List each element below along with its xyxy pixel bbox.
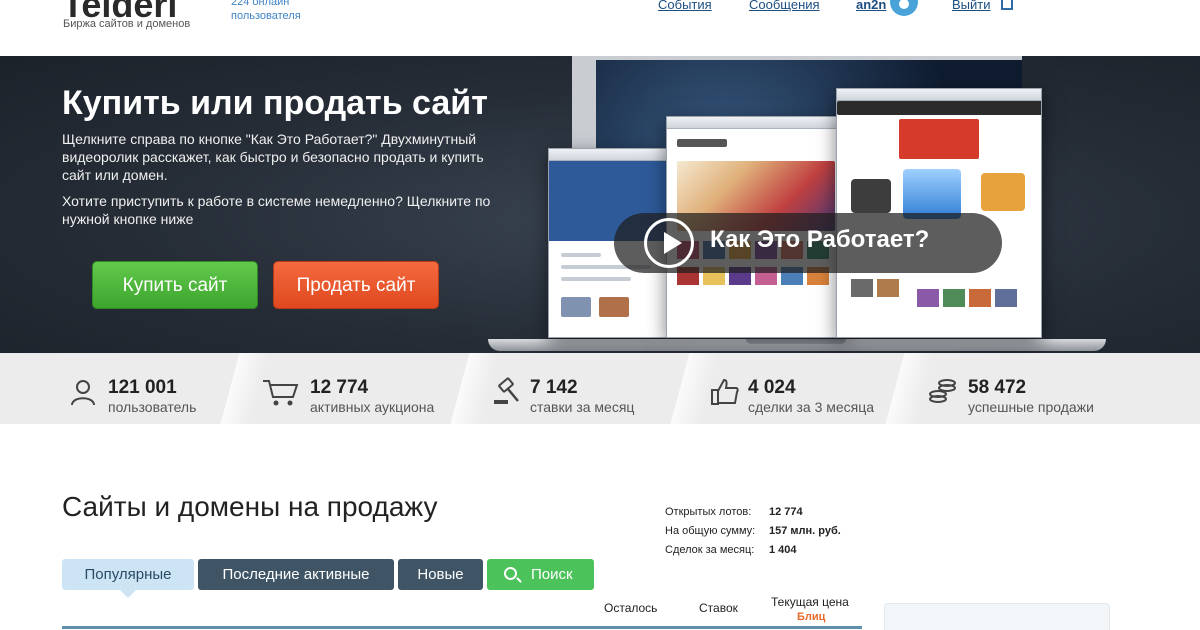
stat-value: 58 472	[968, 377, 1027, 398]
logout-link[interactable]: Выйти	[952, 0, 991, 12]
tab-search-label: Поиск	[531, 566, 573, 583]
summary-row: Открытых лотов: 12 774	[665, 503, 841, 522]
stat-label: успешные продажи	[968, 399, 1094, 415]
hero-title: Купить или продать сайт	[62, 84, 488, 122]
thumbs-up-icon	[711, 378, 739, 405]
stat-label: пользователь	[108, 399, 197, 415]
stat-users: 121 001 пользователь	[0, 353, 230, 424]
listing-title: Сайты и домены на продажу	[62, 491, 438, 522]
user-icon	[71, 380, 95, 406]
tab-recent-active[interactable]: Последние активные	[198, 559, 394, 590]
stat-label: сделки за 3 месяца	[748, 399, 875, 415]
page: Telderi Биржа сайтов и доменов 224 онлай…	[0, 0, 1200, 630]
nav-messages-link[interactable]: Сообщения	[749, 0, 820, 12]
stat-deals: 4 024 сделки за 3 месяца	[680, 353, 895, 424]
summary-key: На общую сумму:	[665, 525, 756, 537]
stat-value: 12 774	[310, 377, 369, 398]
hero-banner: Купить или продать сайт Щелкните справа …	[0, 56, 1200, 353]
stat-value: 7 142	[530, 377, 578, 398]
online-label: пользователя	[231, 10, 301, 22]
summary-row: На общую сумму: 157 млн. руб.	[665, 522, 841, 541]
column-blitz[interactable]: Блиц	[797, 611, 825, 623]
column-bids[interactable]: Ставок	[699, 601, 738, 615]
summary-value: 12 774	[769, 506, 803, 518]
summary-row: Сделок за месяц: 1 404	[665, 541, 841, 560]
online-count: 224 онлайн	[231, 0, 290, 8]
play-icon	[644, 218, 694, 268]
table-header-divider	[62, 626, 862, 629]
avatar[interactable]	[890, 0, 918, 16]
summary-value: 1 404	[769, 544, 797, 556]
cart-icon	[263, 380, 299, 406]
stat-value: 4 024	[748, 377, 796, 398]
column-remaining[interactable]: Осталось	[604, 601, 657, 615]
buy-site-button[interactable]: Купить сайт	[92, 261, 258, 309]
gavel-icon	[494, 377, 519, 404]
sidebar-panel	[884, 603, 1110, 630]
hero-description: Щелкните справа по кнопке "Как Это Работ…	[62, 131, 484, 183]
online-users: 224 онлайн пользователя	[231, 0, 301, 23]
stat-label: ставки за месяц	[530, 399, 635, 415]
stat-sales: 58 472 успешные продажи	[895, 353, 1200, 424]
summary-key: Открытых лотов:	[665, 506, 752, 518]
stat-value: 121 001	[108, 377, 177, 398]
username-link[interactable]: an2n	[856, 0, 886, 12]
site-header: Telderi Биржа сайтов и доменов 224 онлай…	[0, 0, 1200, 56]
summary-value: 157 млн. руб.	[769, 525, 841, 537]
listing-summary: Открытых лотов: 12 774 На общую сумму: 157…	[665, 503, 841, 560]
how-it-works-label: Как Это Работает?	[710, 226, 930, 253]
search-icon	[504, 567, 517, 580]
stat-bids: 7 142 ставки за месяц	[460, 353, 680, 424]
column-current-price[interactable]: Текущая цена	[771, 595, 849, 609]
how-it-works-video-button[interactable]: Как Это Работает?	[614, 213, 1002, 273]
sell-site-button[interactable]: Продать сайт	[273, 261, 439, 309]
hero-call-to-action: Хотите приступить к работе в системе нем…	[62, 193, 491, 227]
stat-label: активных аукциона	[310, 399, 435, 415]
tab-new[interactable]: Новые	[398, 559, 483, 590]
stat-auctions: 12 774 активных аукциона	[230, 353, 460, 424]
tab-popular[interactable]: Популярные	[62, 559, 194, 598]
laptop-notch	[746, 339, 846, 344]
nav-events-link[interactable]: События	[658, 0, 712, 12]
coins-icon	[929, 379, 956, 403]
stats-band: 121 001 пользователь 12 774 активных аук…	[0, 353, 1200, 424]
logout-icon[interactable]	[1001, 0, 1013, 10]
logo-subtitle: Биржа сайтов и доменов	[63, 18, 191, 30]
summary-key: Сделок за месяц:	[665, 544, 755, 556]
tab-search[interactable]: Поиск	[487, 559, 594, 590]
